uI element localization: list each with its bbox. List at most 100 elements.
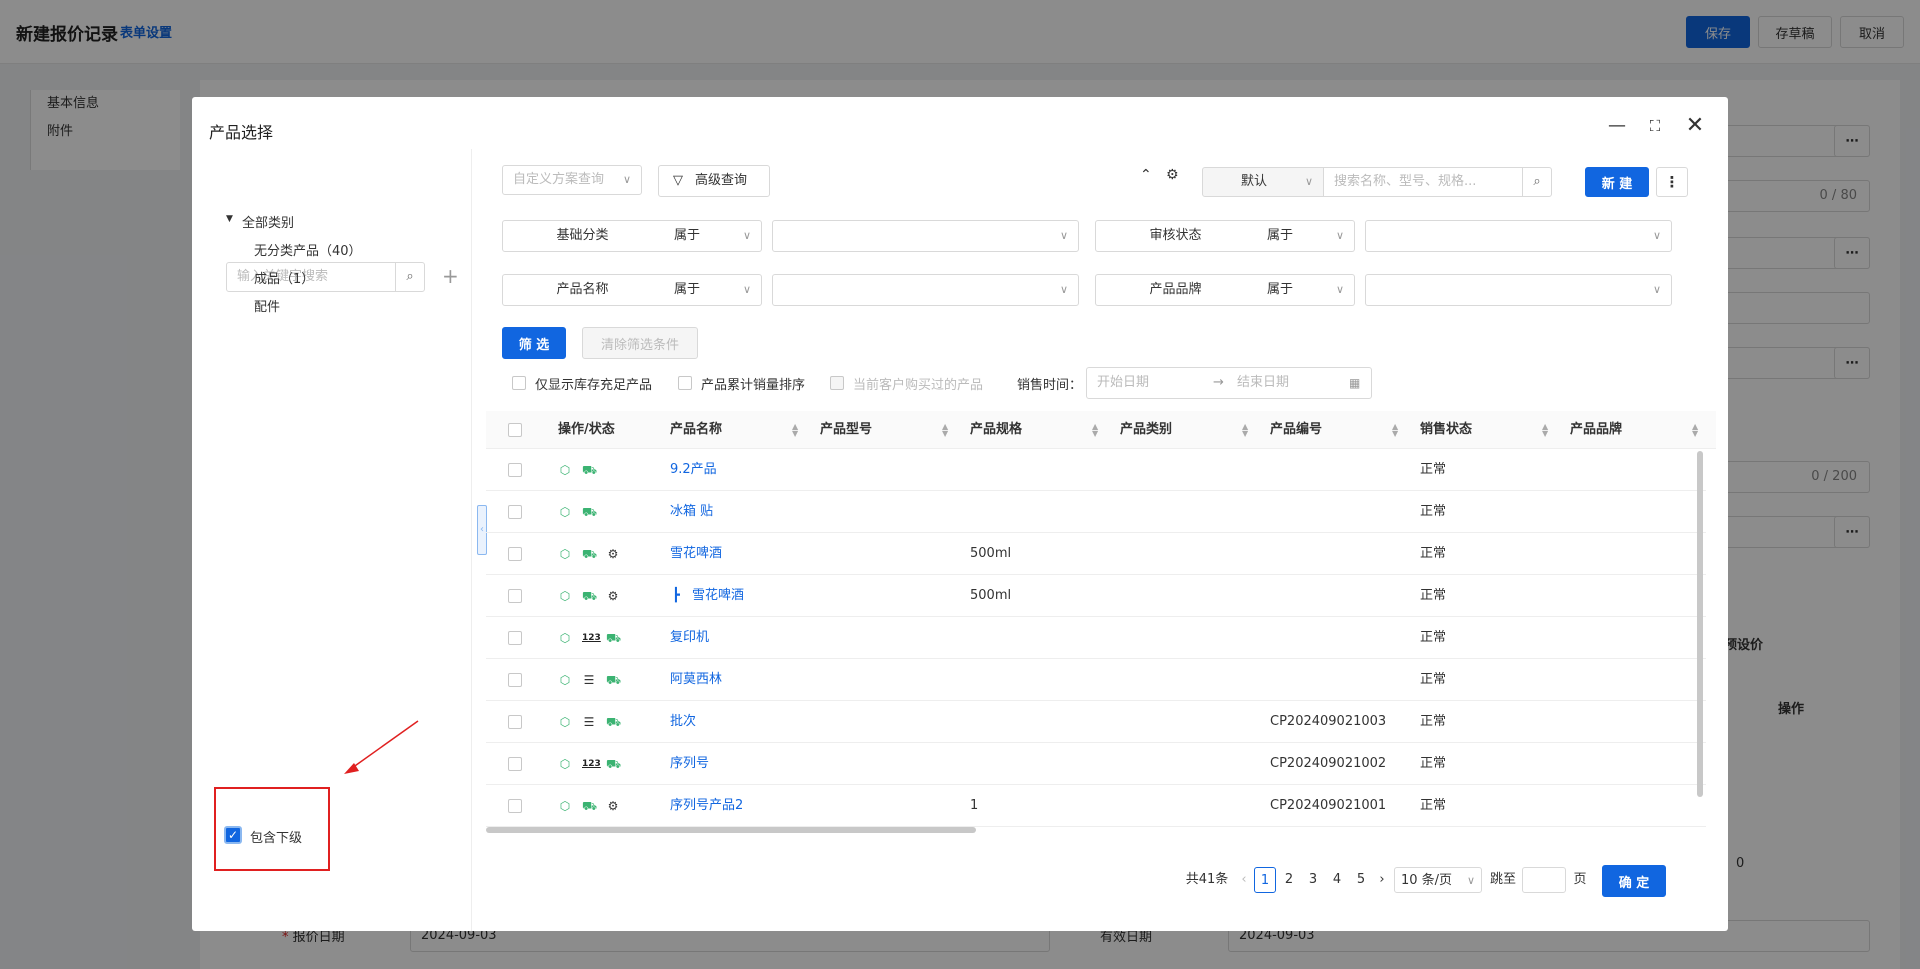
condition-op-review-status[interactable]: 属于 ∨: [1255, 220, 1355, 252]
scheme-select[interactable]: 自定义方案查询 ∨: [502, 165, 642, 195]
serial-icon[interactable]: 123: [582, 631, 601, 645]
list-icon[interactable]: ☰: [582, 673, 596, 687]
advanced-query-button[interactable]: ▽ 高级查询: [658, 165, 770, 197]
table-row[interactable]: ⬡ 123 ⛟ 序列号 CP202409021002 正常: [486, 743, 1706, 785]
row-checkbox[interactable]: [508, 715, 522, 729]
product-name-link[interactable]: 雪花啤酒: [670, 533, 722, 575]
row-checkbox[interactable]: [508, 631, 522, 645]
stock-only-checkbox[interactable]: [512, 376, 526, 390]
truck-icon[interactable]: ⛟: [582, 589, 597, 603]
product-name-link[interactable]: 冰箱 贴: [670, 491, 713, 533]
box-icon[interactable]: ⬡: [558, 799, 572, 813]
product-name-link[interactable]: 序列号产品2: [670, 785, 743, 827]
truck-icon[interactable]: ⛟: [582, 505, 597, 519]
table-row[interactable]: ⬡ ⛟ ⚙ 序列号产品2 1 CP202409021001 正常: [486, 785, 1706, 827]
product-name-link[interactable]: 9.2产品: [670, 449, 717, 491]
page-2[interactable]: 2: [1278, 867, 1300, 893]
per-page-select[interactable]: 10 条/页 ∨: [1394, 867, 1482, 893]
box-icon[interactable]: ⬡: [558, 547, 572, 561]
clear-filter-button[interactable]: 清除筛选条件: [582, 327, 698, 359]
tree-item-parts[interactable]: 配件: [254, 296, 280, 315]
sort-icon[interactable]: ▲ ▼: [792, 423, 798, 438]
confirm-button[interactable]: 确 定: [1602, 865, 1666, 897]
row-checkbox[interactable]: [508, 799, 522, 813]
box-icon[interactable]: ⬡: [558, 463, 572, 477]
gears-icon[interactable]: ⚙: [606, 799, 620, 813]
col-model[interactable]: 产品型号: [820, 411, 872, 449]
row-checkbox[interactable]: [508, 589, 522, 603]
collapse-up-icon[interactable]: ⌃: [1140, 167, 1152, 183]
product-name-link[interactable]: 阿莫西林: [670, 659, 722, 701]
truck-icon[interactable]: ⛟: [606, 715, 621, 729]
truck-icon[interactable]: ⛟: [582, 799, 597, 813]
filter-button[interactable]: 筛 选: [502, 327, 566, 359]
sale-date-range[interactable]: 开始日期 → 结束日期 ▦: [1086, 367, 1372, 399]
gears-icon[interactable]: ⚙: [606, 547, 620, 561]
col-status[interactable]: 销售状态: [1420, 411, 1472, 449]
box-icon[interactable]: ⬡: [558, 715, 572, 729]
box-icon[interactable]: ⬡: [558, 631, 572, 645]
bought-checkbox[interactable]: [830, 376, 844, 390]
sort-icon[interactable]: ▲ ▼: [1392, 423, 1398, 438]
condition-value-review-status[interactable]: ∨: [1365, 220, 1672, 252]
serial-icon[interactable]: 123: [582, 757, 601, 771]
sales-sort-checkbox[interactable]: [678, 376, 692, 390]
sort-icon[interactable]: ▲ ▼: [1242, 423, 1248, 438]
product-search-input[interactable]: 搜索名称、型号、规格...: [1323, 167, 1523, 197]
page-5[interactable]: 5: [1350, 867, 1372, 893]
truck-icon[interactable]: ⛟: [606, 631, 621, 645]
select-all-checkbox[interactable]: [508, 423, 522, 437]
col-brand[interactable]: 产品品牌: [1570, 411, 1622, 449]
sort-select[interactable]: 默认 ∨: [1202, 167, 1324, 197]
product-name-link[interactable]: 序列号: [670, 743, 709, 785]
jump-input[interactable]: [1522, 867, 1566, 893]
vertical-scrollbar[interactable]: [1697, 451, 1703, 797]
box-icon[interactable]: ⬡: [558, 505, 572, 519]
close-icon[interactable]: ✕: [1684, 115, 1706, 137]
page-4[interactable]: 4: [1326, 867, 1348, 893]
add-category-icon[interactable]: +: [442, 263, 459, 289]
prev-page-icon[interactable]: ‹: [1236, 867, 1252, 893]
truck-icon[interactable]: ⛟: [582, 463, 597, 477]
truck-icon[interactable]: ⛟: [582, 547, 597, 561]
product-name-link[interactable]: 复印机: [670, 617, 709, 659]
product-name-link[interactable]: 雪花啤酒: [692, 575, 744, 617]
col-code[interactable]: 产品编号: [1270, 411, 1322, 449]
sort-icon[interactable]: ▲ ▼: [1542, 423, 1548, 438]
table-row[interactable]: ⬡ ⛟ 冰箱 贴 正常: [486, 491, 1706, 533]
minimize-icon[interactable]: —: [1606, 115, 1628, 137]
box-icon[interactable]: ⬡: [558, 673, 572, 687]
table-row[interactable]: ⬡ 123 ⛟ 复印机 正常: [486, 617, 1706, 659]
condition-value-basic-category[interactable]: ∨: [772, 220, 1079, 252]
page-3[interactable]: 3: [1302, 867, 1324, 893]
search-icon[interactable]: ⌕: [395, 262, 425, 292]
truck-icon[interactable]: ⛟: [606, 757, 621, 771]
horizontal-scrollbar[interactable]: [486, 827, 976, 833]
tree-item-uncategorized[interactable]: 无分类产品（40）: [254, 240, 362, 259]
page-1[interactable]: 1: [1254, 867, 1276, 893]
tree-expand-icon[interactable]: ▼: [226, 214, 233, 224]
condition-op-product-brand[interactable]: 属于 ∨: [1255, 274, 1355, 306]
condition-value-product-name[interactable]: ∨: [772, 274, 1079, 306]
sort-icon[interactable]: ▲ ▼: [1692, 423, 1698, 438]
box-icon[interactable]: ⬡: [558, 757, 572, 771]
gears-icon[interactable]: ⚙: [606, 589, 620, 603]
tree-root-all[interactable]: 全部类别: [242, 212, 294, 231]
more-actions-icon[interactable]: ⋮: [1656, 167, 1688, 197]
condition-op-basic-category[interactable]: 属于 ∨: [662, 220, 762, 252]
col-name[interactable]: 产品名称: [670, 411, 722, 449]
sort-icon[interactable]: ▲ ▼: [942, 423, 948, 438]
condition-op-product-name[interactable]: 属于 ∨: [662, 274, 762, 306]
table-row[interactable]: ⬡ ⛟ 9.2产品 正常: [486, 449, 1706, 491]
settings-icon[interactable]: ⚙: [1166, 167, 1179, 183]
table-row[interactable]: ⬡ ☰ ⛟ 批次 CP202409021003 正常: [486, 701, 1706, 743]
search-icon[interactable]: ⌕: [1522, 167, 1552, 197]
table-row[interactable]: ⬡ ☰ ⛟ 阿莫西林 正常: [486, 659, 1706, 701]
condition-value-product-brand[interactable]: ∨: [1365, 274, 1672, 306]
row-checkbox[interactable]: [508, 673, 522, 687]
product-name-link[interactable]: 批次: [670, 701, 696, 743]
col-category[interactable]: 产品类别: [1120, 411, 1172, 449]
truck-icon[interactable]: ⛟: [606, 673, 621, 687]
row-checkbox[interactable]: [508, 547, 522, 561]
col-spec[interactable]: 产品规格: [970, 411, 1022, 449]
